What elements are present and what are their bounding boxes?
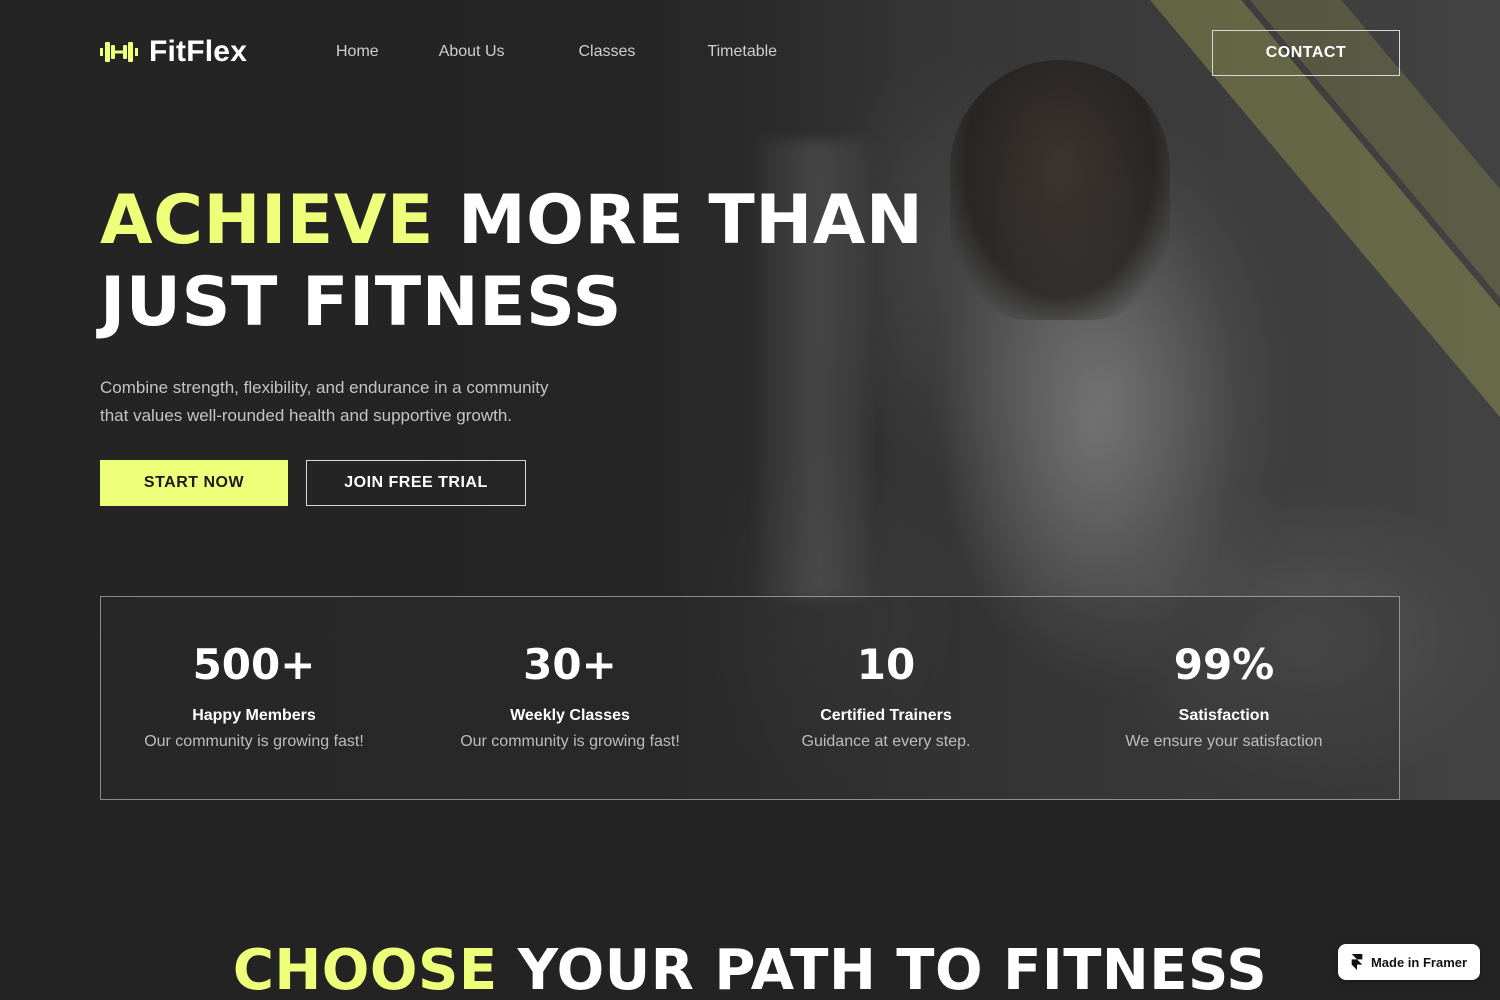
- badge-label: Made in Framer: [1370, 954, 1468, 970]
- brand-name: FitFlex: [149, 35, 248, 68]
- stat-weekly-classes: 30+ Weekly Classes Our community is grow…: [420, 637, 720, 751]
- stat-description: Our community is growing fast!: [144, 733, 364, 750]
- stat-label: Happy Members: [192, 707, 316, 724]
- stat-value: 30+: [523, 640, 617, 689]
- made-in-framer-badge[interactable]: Made in Framer: [1338, 944, 1480, 980]
- stat-value: 10: [856, 640, 916, 689]
- stat-value: 500+: [192, 640, 316, 689]
- start-now-button[interactable]: START NOW: [100, 460, 288, 506]
- stat-description: We ensure your satisfaction: [1125, 733, 1323, 750]
- hero-title-accent: ACHIEVE: [100, 181, 434, 260]
- stat-label: Satisfaction: [1178, 707, 1270, 724]
- nav-link-timetable[interactable]: Timetable: [707, 43, 777, 61]
- stat-description: Our community is growing fast!: [460, 733, 680, 750]
- stat-description: Guidance at every step.: [801, 733, 971, 750]
- section-title-rest: YOUR PATH TO FITNESS: [517, 938, 1268, 1000]
- stat-label: Certified Trainers: [820, 707, 952, 724]
- top-navigation: FitFlex Home About Us Classes Timetable …: [100, 30, 1400, 76]
- stat-value: 99%: [1173, 640, 1275, 689]
- hero-title-line1: MORE THAN: [457, 181, 924, 260]
- hero-subtitle: Combine strength, flexibility, and endur…: [100, 374, 620, 430]
- nav-links: Home About Us Classes Timetable: [336, 43, 777, 61]
- logo[interactable]: FitFlex: [100, 35, 247, 69]
- stat-happy-members: 500+ Happy Members Our community is grow…: [104, 637, 404, 751]
- contact-button[interactable]: CONTACT: [1212, 30, 1400, 76]
- hero-subtitle-line2: that values well-rounded health and supp…: [100, 406, 513, 425]
- stat-certified-trainers: 10 Certified Trainers Guidance at every …: [736, 637, 1036, 751]
- page: FitFlex Home About Us Classes Timetable …: [0, 0, 1500, 1000]
- dumbbell-icon: [100, 42, 138, 62]
- nav-link-home[interactable]: Home: [336, 43, 379, 61]
- section-title-accent: CHOOSE: [232, 938, 498, 1000]
- hero-title: ACHIEVE MORE THAN JUST FITNESS: [100, 180, 1000, 344]
- stat-satisfaction: 99% Satisfaction We ensure your satisfac…: [1074, 637, 1374, 751]
- stats-panel: 500+ Happy Members Our community is grow…: [100, 596, 1400, 800]
- framer-icon: [1351, 954, 1363, 970]
- join-free-trial-button[interactable]: JOIN FREE TRIAL: [306, 460, 526, 506]
- hero-subtitle-line1: Combine strength, flexibility, and endur…: [100, 378, 549, 397]
- nav-link-about[interactable]: About Us: [439, 43, 505, 61]
- stat-label: Weekly Classes: [510, 707, 630, 724]
- hero-title-line2: JUST FITNESS: [100, 263, 622, 342]
- section-title: CHOOSE YOUR PATH TO FITNESS: [0, 936, 1500, 1000]
- nav-link-classes[interactable]: Classes: [579, 43, 636, 61]
